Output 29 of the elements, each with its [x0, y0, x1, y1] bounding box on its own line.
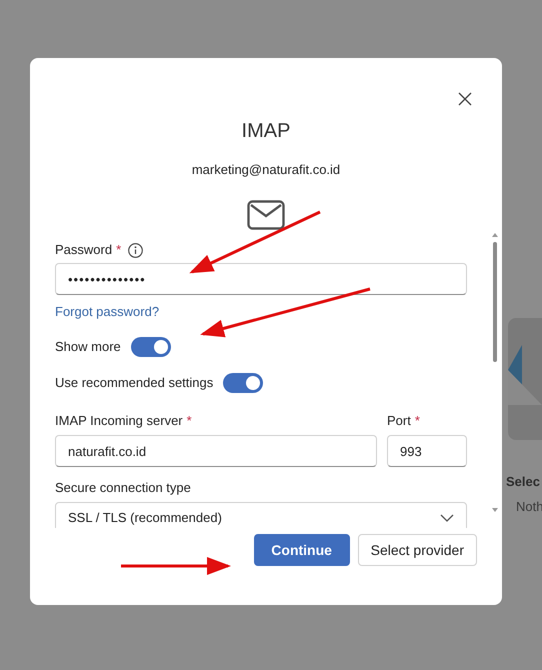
required-mark: * [116, 242, 122, 258]
forgot-password-link[interactable]: Forgot password? [55, 304, 160, 320]
field-label: Port [387, 413, 411, 429]
continue-button[interactable]: Continue [254, 534, 350, 566]
scroll-down-icon[interactable] [491, 507, 499, 513]
envelope-icon [247, 200, 285, 230]
field-label: IMAP Incoming server [55, 413, 183, 429]
close-button[interactable] [456, 90, 474, 108]
required-mark: * [186, 413, 192, 429]
password-field[interactable]: •••••••••••••• [55, 263, 467, 295]
toggle-label: Use recommended settings [55, 375, 214, 391]
toggle-switch[interactable] [223, 373, 264, 393]
toggle-switch[interactable] [130, 337, 171, 357]
select-provider-button[interactable]: Select provider [358, 534, 477, 566]
field-label: Secure connection type [55, 480, 192, 496]
email-address: marketing@naturafit.co.id [190, 162, 342, 178]
dialog-title: IMAP [242, 119, 290, 143]
required-mark: * [414, 413, 420, 429]
close-icon [458, 92, 472, 106]
scroll-up-icon[interactable] [491, 232, 499, 238]
toggle-label: Show more [55, 339, 121, 355]
chevron-down-icon [440, 514, 454, 522]
card-title: Selec [506, 473, 540, 491]
scrollbar-thumb[interactable] [493, 242, 497, 362]
envelope-drawing [508, 345, 542, 405]
server-field[interactable]: naturafit.co.id [55, 435, 377, 467]
info-icon[interactable] [128, 242, 144, 258]
port-field[interactable]: 993 [387, 435, 467, 467]
field-label: Password [55, 242, 112, 258]
